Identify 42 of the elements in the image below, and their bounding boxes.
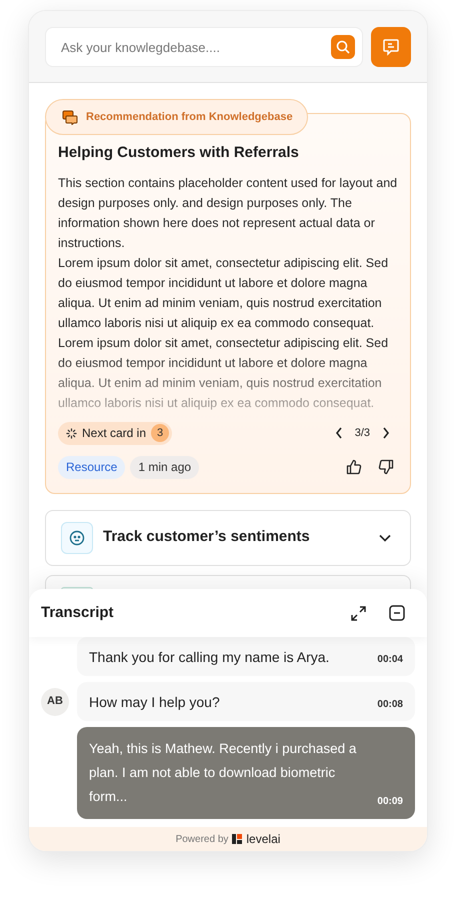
brand-name: levelai — [246, 831, 280, 848]
minimize-button[interactable] — [389, 605, 405, 621]
expand-icon — [350, 604, 367, 622]
chevron-right-icon — [382, 427, 390, 439]
thumbs-up-icon — [346, 459, 362, 475]
transcript-title: Transcript — [41, 602, 114, 623]
thumbs-down-button[interactable] — [378, 459, 394, 475]
message-time: 00:09 — [377, 795, 403, 809]
next-card-label: Next card in — [82, 425, 146, 442]
avatar: AB — [41, 688, 69, 716]
spinner-icon — [66, 428, 77, 438]
minus-square-icon — [389, 605, 405, 621]
powered-by-text: Powered by — [176, 832, 228, 846]
countdown-badge: 3 — [151, 424, 170, 442]
badge-text: Recommendation from Knowledgebase — [86, 110, 293, 125]
section-title: Track customer’s sentiments — [103, 527, 311, 548]
message-time: 00:08 — [377, 698, 403, 712]
brand-logo-icon — [232, 834, 242, 844]
chevron-left-icon — [334, 427, 343, 439]
card-paragraph: Lorem ipsum dolor sit amet, consectetur adipiscing elit. Sed do eiusmod tempor incididunt ut labore et dolore magna aliqua. Ut enim ad minim veniam, quis nostrud exercitation ullamco laboris nisi ut aliquip ex ea commodo consequat. Lorem ipsum dolor sit amet, consectetur adipiscing elit. Sed do eiusmod tempor incididunt ut labore et dolore magna aliqua. Ut enim ad minim veniam, quis nostrud exercitation ullamco laboris nisi ut aliquip ex ea commodo consequat. — [58, 254, 390, 412]
chat-bubbles-icon — [62, 110, 78, 124]
thumbs-up-button[interactable] — [346, 459, 362, 475]
expand-button[interactable] — [350, 604, 367, 622]
resource-tag: Resource — [58, 456, 126, 478]
accordion-header[interactable]: Track customer’s sentiments — [45, 510, 411, 566]
next-button[interactable] — [382, 427, 390, 439]
message-time: 00:04 — [377, 653, 403, 667]
previous-button[interactable] — [334, 427, 343, 439]
search-button[interactable] — [331, 35, 355, 59]
card-paragraph: This section contains placeholder content used for layout and design purposes only. and design purposes only. The information shown here does not represent actual data or instructions. — [58, 174, 398, 252]
face-icon — [61, 522, 93, 554]
message-text: How may I help you? — [89, 693, 221, 712]
message-text: Thank you for calling my name is Arya. — [89, 648, 330, 667]
page-counter: 3/3 — [354, 426, 370, 441]
chat-icon — [382, 38, 400, 56]
message-text: Yeah, this is Mathew. Recently i purchased a plan. I am not able to download biometric form... — [89, 740, 358, 806]
search-icon — [336, 40, 350, 54]
search-field[interactable]: Ask your knowlegdebase.... — [45, 27, 363, 67]
chat-button[interactable] — [371, 27, 411, 67]
thumbs-down-icon — [378, 459, 394, 475]
card-title: Helping Customers with Referrals — [58, 143, 300, 163]
time-tag: 1 min ago — [130, 456, 200, 478]
